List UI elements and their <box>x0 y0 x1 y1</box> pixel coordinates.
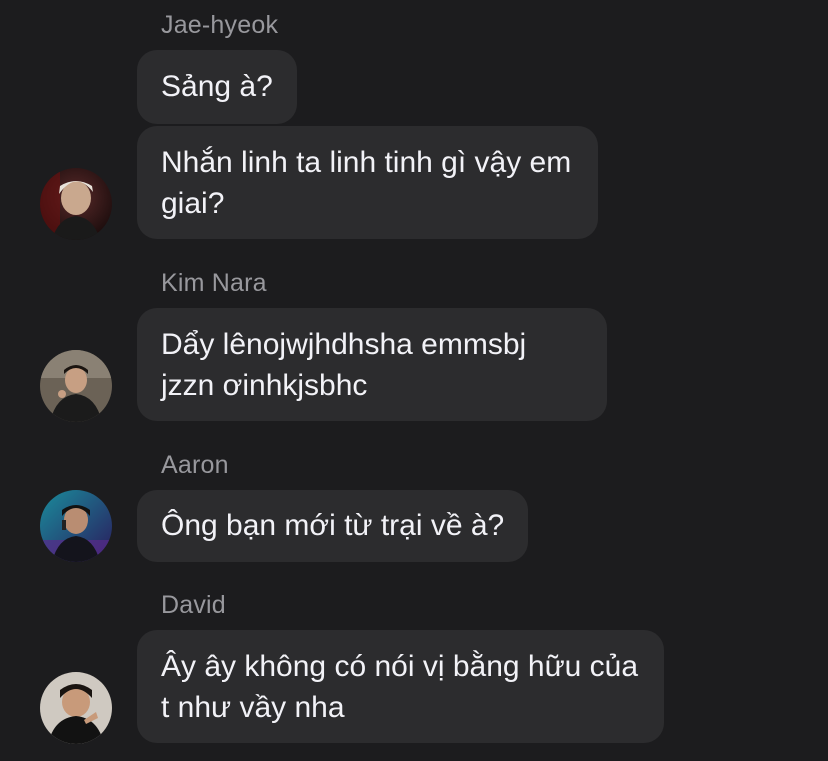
message-bubble[interactable]: Ông bạn mới từ trại về à? <box>137 490 529 562</box>
avatar-david[interactable] <box>40 672 112 744</box>
message-bubble[interactable]: Nhắn linh ta linh tinh gì vậy em giai? <box>137 126 598 239</box>
message-bubble[interactable]: Ây ây không có nói vị bằng hữu của t như… <box>137 630 664 743</box>
message-text: Ông bạn mới từ trại về à? <box>161 509 505 542</box>
user-avatar-photo-icon <box>40 168 112 240</box>
avatar-kim-nara[interactable] <box>40 350 112 422</box>
message-text: Sảng à? <box>161 70 273 103</box>
sender-name-jae-hyeok: Jae-hyeok <box>161 11 279 39</box>
avatar-aaron[interactable] <box>40 490 112 562</box>
user-avatar-photo-icon <box>40 350 112 422</box>
user-avatar-photo-icon <box>40 490 112 562</box>
sender-name-aaron: Aaron <box>161 451 229 479</box>
sender-name-kim-nara: Kim Nara <box>161 269 267 297</box>
message-bubble[interactable]: Sảng à? <box>137 50 297 124</box>
sender-name-david: David <box>161 591 226 619</box>
message-bubble[interactable]: Dẩy lênojwjhdhsha emmsbj jzzn ơinhkjsbhc <box>137 308 607 421</box>
chat-thread[interactable]: Jae-hyeok Sảng à? Nhắn linh ta linh tinh… <box>0 0 828 761</box>
avatar-jae-hyeok[interactable] <box>40 168 112 240</box>
user-avatar-photo-icon <box>40 672 112 744</box>
message-text: Nhắn linh ta linh tinh gì vậy em giai? <box>161 146 572 220</box>
message-text: Dẩy lênojwjhdhsha emmsbj jzzn ơinhkjsbhc <box>161 328 527 402</box>
message-text: Ây ây không có nói vị bằng hữu của t như… <box>161 650 639 724</box>
